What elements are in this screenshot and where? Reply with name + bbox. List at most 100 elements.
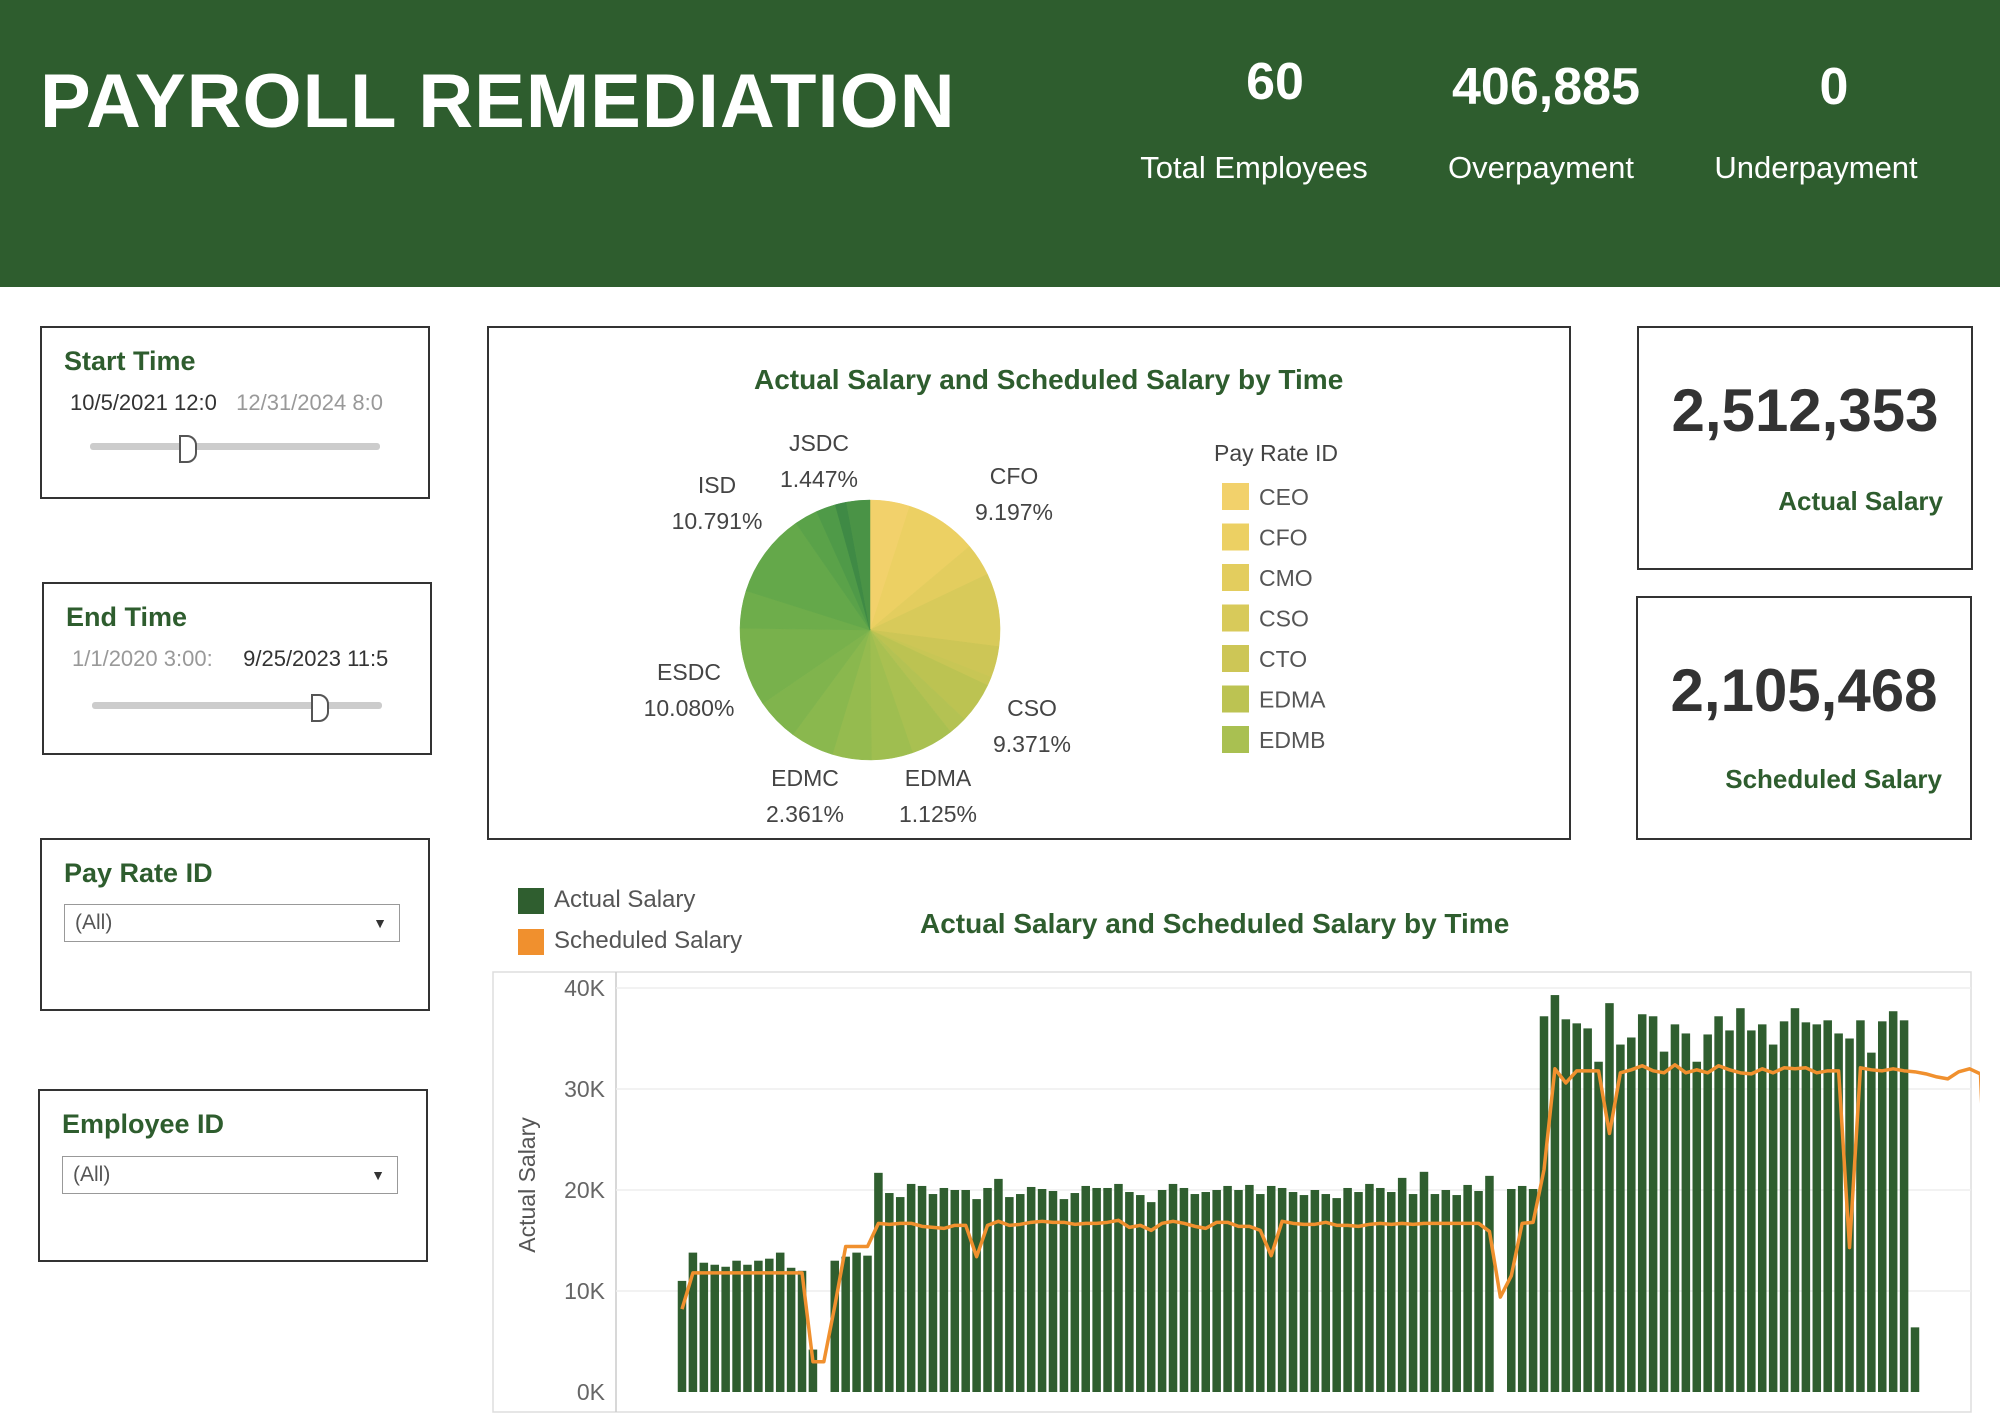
actual-salary-bar[interactable] <box>1103 1187 1112 1392</box>
actual-salary-bar[interactable] <box>1343 1187 1352 1392</box>
actual-salary-bar[interactable] <box>1114 1183 1123 1392</box>
actual-salary-bar[interactable] <box>765 1258 774 1392</box>
start-time-from[interactable]: 10/5/2021 12:0 <box>70 390 230 416</box>
actual-salary-bar[interactable] <box>1059 1199 1069 1392</box>
actual-salary-bar[interactable] <box>1332 1198 1341 1392</box>
end-time-slider-handle[interactable] <box>311 694 330 722</box>
actual-salary-bar[interactable] <box>863 1255 872 1392</box>
actual-salary-bar[interactable] <box>1801 1022 1811 1392</box>
actual-salary-bar[interactable] <box>1594 1061 1603 1392</box>
actual-salary-bar[interactable] <box>1157 1190 1167 1392</box>
pie-legend-label-ceo[interactable]: CEO <box>1259 484 1309 510</box>
actual-salary-bar[interactable] <box>1627 1037 1636 1392</box>
actual-salary-bar[interactable] <box>1266 1185 1276 1392</box>
actual-salary-bar[interactable] <box>1223 1185 1232 1392</box>
actual-salary-bar[interactable] <box>1419 1171 1429 1392</box>
actual-salary-bar[interactable] <box>1463 1184 1472 1392</box>
actual-salary-bar[interactable] <box>1507 1188 1516 1392</box>
employee-id-dropdown[interactable]: (All) ▼ <box>62 1156 398 1194</box>
actual-salary-bar[interactable] <box>961 1190 970 1392</box>
end-time-slider-track[interactable] <box>92 702 382 709</box>
actual-salary-bar[interactable] <box>1550 995 1560 1392</box>
actual-salary-bar[interactable] <box>1878 1021 1887 1392</box>
actual-salary-bar[interactable] <box>994 1178 1003 1392</box>
start-time-slider-track[interactable] <box>90 443 380 450</box>
actual-salary-bar[interactable] <box>1310 1190 1320 1392</box>
actual-salary-bar[interactable] <box>743 1264 752 1392</box>
actual-salary-bar[interactable] <box>1168 1183 1178 1392</box>
actual-salary-bar[interactable] <box>1561 1019 1571 1392</box>
actual-salary-bar[interactable] <box>1245 1184 1254 1392</box>
actual-salary-bar[interactable] <box>1899 1020 1909 1392</box>
actual-salary-bar[interactable] <box>1637 1014 1647 1392</box>
actual-salary-bar[interactable] <box>1583 1028 1592 1392</box>
start-time-to[interactable]: 12/31/2024 8:0 <box>236 390 396 416</box>
actual-salary-bar[interactable] <box>1201 1192 1211 1392</box>
actual-salary-bar[interactable] <box>1757 1024 1767 1392</box>
actual-salary-bar[interactable] <box>1910 1327 1920 1392</box>
actual-salary-bar[interactable] <box>754 1260 763 1392</box>
pie-legend-label-edmc[interactable]: EDMC <box>1259 768 1327 794</box>
actual-salary-bar[interactable] <box>710 1264 719 1392</box>
actual-salary-bar[interactable] <box>1037 1188 1047 1392</box>
actual-salary-bar[interactable] <box>874 1172 883 1392</box>
actual-salary-bar[interactable] <box>1823 1020 1832 1392</box>
actual-salary-bar[interactable] <box>928 1194 938 1392</box>
actual-salary-bar[interactable] <box>1376 1187 1385 1392</box>
actual-salary-bar[interactable] <box>1256 1194 1265 1392</box>
actual-salary-bar[interactable] <box>1714 1016 1723 1392</box>
actual-salary-bar[interactable] <box>1605 1003 1614 1392</box>
actual-salary-bar[interactable] <box>1747 1030 1756 1392</box>
actual-salary-bar[interactable] <box>1681 1033 1691 1392</box>
actual-salary-bar[interactable] <box>1277 1187 1287 1392</box>
actual-salary-bar[interactable] <box>1692 1061 1702 1392</box>
pie-legend-label-cmo[interactable]: CMO <box>1259 565 1313 591</box>
actual-salary-bar[interactable] <box>906 1183 916 1392</box>
actual-salary-bar[interactable] <box>1081 1185 1090 1392</box>
actual-salary-bar[interactable] <box>721 1266 730 1392</box>
actual-salary-bar[interactable] <box>1354 1192 1363 1392</box>
pay-rate-id-dropdown[interactable]: (All) ▼ <box>64 904 400 942</box>
actual-salary-bar[interactable] <box>852 1252 861 1392</box>
actual-salary-bar[interactable] <box>1768 1044 1778 1392</box>
pie-legend-label-edma[interactable]: EDMA <box>1259 687 1326 713</box>
actual-salary-bar[interactable] <box>1474 1191 1483 1392</box>
actual-salary-bar[interactable] <box>1659 1051 1669 1392</box>
actual-salary-bar[interactable] <box>917 1185 927 1392</box>
actual-salary-bar[interactable] <box>1572 1023 1581 1392</box>
actual-salary-bar[interactable] <box>983 1187 992 1392</box>
actual-salary-bar[interactable] <box>1179 1187 1189 1392</box>
actual-salary-bar[interactable] <box>1485 1175 1494 1392</box>
pie-legend-label-edmb[interactable]: EDMB <box>1259 727 1325 753</box>
actual-salary-bar[interactable] <box>1441 1190 1451 1392</box>
actual-salary-bar[interactable] <box>1779 1021 1789 1392</box>
actual-salary-bar[interactable] <box>1812 1024 1822 1392</box>
actual-salary-bar[interactable] <box>732 1260 741 1392</box>
actual-salary-bar[interactable] <box>1790 1008 1800 1392</box>
pie-legend-label-cto[interactable]: CTO <box>1259 646 1307 672</box>
start-time-slider-handle[interactable] <box>178 435 197 463</box>
actual-salary-bar[interactable] <box>699 1262 709 1392</box>
actual-salary-bar[interactable] <box>786 1267 796 1392</box>
actual-salary-bar[interactable] <box>1386 1192 1396 1392</box>
actual-salary-bar[interactable] <box>895 1197 905 1392</box>
actual-salary-bar[interactable] <box>1736 1008 1745 1392</box>
actual-salary-bar[interactable] <box>1365 1183 1374 1392</box>
actual-salary-bar[interactable] <box>1670 1024 1680 1392</box>
actual-salary-bar[interactable] <box>1867 1052 1876 1392</box>
pie-legend-label-cfo[interactable]: CFO <box>1259 525 1308 551</box>
pie-legend-label-cso[interactable]: CSO <box>1259 606 1309 632</box>
actual-salary-bar[interactable] <box>1725 1030 1734 1392</box>
actual-salary-bar[interactable] <box>1397 1177 1407 1392</box>
actual-salary-bar[interactable] <box>1234 1190 1243 1392</box>
actual-salary-bar[interactable] <box>1703 1034 1712 1392</box>
end-time-from[interactable]: 1/1/2020 3:00: <box>72 646 237 672</box>
actual-salary-bar[interactable] <box>939 1187 949 1392</box>
end-time-to[interactable]: 9/25/2023 11:5 <box>243 646 403 672</box>
actual-salary-bar[interactable] <box>1212 1190 1221 1392</box>
actual-salary-bar[interactable] <box>972 1199 981 1392</box>
actual-salary-bar[interactable] <box>950 1190 960 1392</box>
actual-salary-bar[interactable] <box>1026 1186 1036 1392</box>
actual-salary-bar[interactable] <box>1092 1187 1101 1392</box>
actual-salary-bar[interactable] <box>841 1256 850 1392</box>
